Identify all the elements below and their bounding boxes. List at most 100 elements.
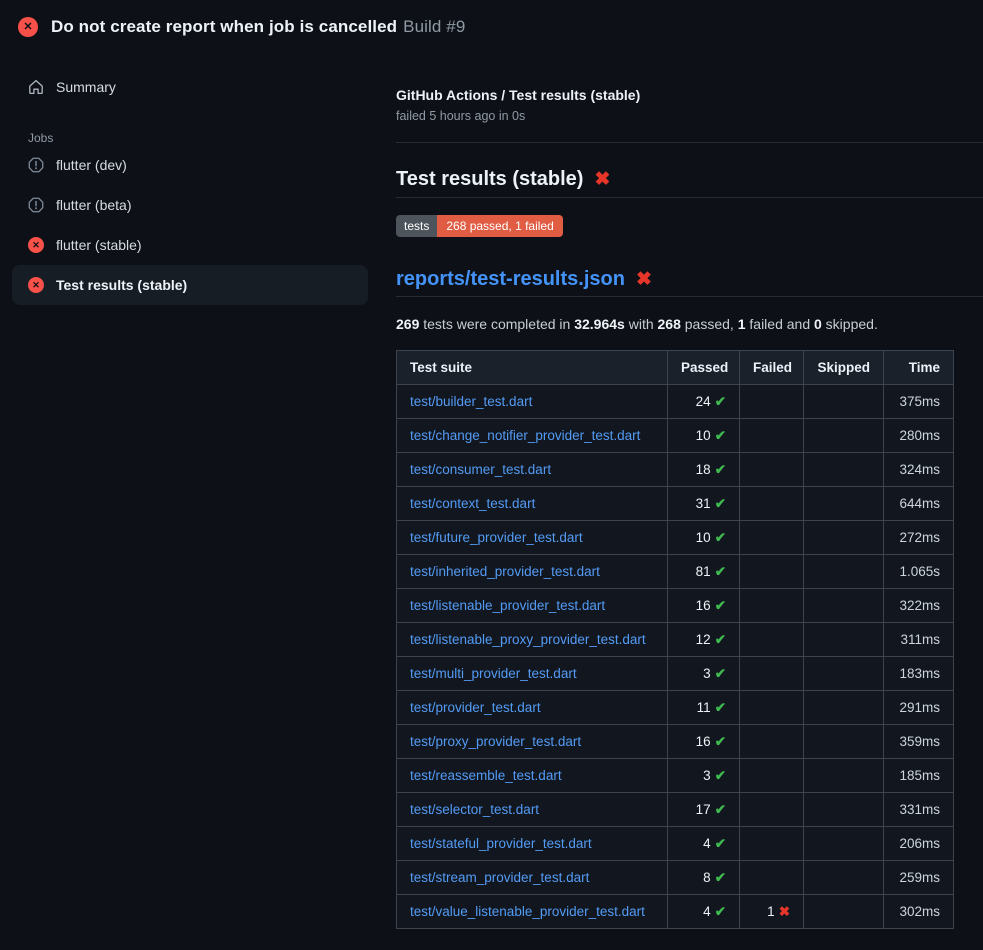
test-suite-link[interactable]: test/builder_test.dart <box>410 394 532 409</box>
time-cell: 272ms <box>884 521 954 555</box>
check-mark-icon: ✔ <box>715 632 726 647</box>
time-cell: 183ms <box>884 657 954 691</box>
summary-number: 1 <box>738 316 746 332</box>
test-suite-cell: test/listenable_provider_test.dart <box>397 589 668 623</box>
column-header-time: Time <box>884 351 954 385</box>
test-results-table: Test suitePassedFailedSkippedTime test/b… <box>396 350 954 929</box>
report-file-heading: reports/test-results.json ✖ <box>396 266 983 292</box>
sidebar-job-item[interactable]: flutter (beta) <box>12 185 368 225</box>
summary-text: skipped. <box>822 316 878 332</box>
test-suite-link[interactable]: test/multi_provider_test.dart <box>410 666 577 681</box>
skipped-cell <box>804 419 884 453</box>
check-mark-icon: ✔ <box>715 394 726 409</box>
test-suite-cell: test/consumer_test.dart <box>397 453 668 487</box>
test-suite-link[interactable]: test/future_provider_test.dart <box>410 530 583 545</box>
x-circle-icon: ✕ <box>28 237 44 253</box>
divider <box>396 142 983 143</box>
check-mark-icon: ✔ <box>715 700 726 715</box>
skipped-cell <box>804 691 884 725</box>
skipped-cell <box>804 759 884 793</box>
time-cell: 185ms <box>884 759 954 793</box>
time-cell: 644ms <box>884 487 954 521</box>
passed-count: 3 <box>703 768 711 783</box>
check-mark-icon: ✔ <box>715 768 726 783</box>
table-row: test/listenable_proxy_provider_test.dart… <box>397 623 954 657</box>
passed-cell: 12 ✔ <box>668 623 740 657</box>
skipped-cell <box>804 895 884 929</box>
passed-cell: 3✔ <box>668 759 740 793</box>
passed-count: 81 <box>696 564 711 579</box>
main-content: GitHub Actions / Test results (stable) f… <box>380 51 983 929</box>
table-row: test/consumer_test.dart18✔324ms <box>397 453 954 487</box>
passed-count: 17 <box>696 802 711 817</box>
time-cell: 322ms <box>884 589 954 623</box>
time-cell: 331ms <box>884 793 954 827</box>
test-suite-cell: test/context_test.dart <box>397 487 668 521</box>
passed-cell: 3✔ <box>668 657 740 691</box>
sidebar-item-summary[interactable]: Summary <box>12 69 368 105</box>
summary-text: failed and <box>746 316 815 332</box>
sidebar-job-item[interactable]: flutter (dev) <box>12 145 368 185</box>
skipped-cell <box>804 725 884 759</box>
skipped-cell <box>804 589 884 623</box>
sidebar-job-item[interactable]: ✕flutter (stable) <box>12 225 368 265</box>
test-suite-link[interactable]: test/consumer_test.dart <box>410 462 551 477</box>
time-cell: 311ms <box>884 623 954 657</box>
column-header-test-suite: Test suite <box>397 351 668 385</box>
table-row: test/inherited_provider_test.dart81✔1.06… <box>397 555 954 589</box>
test-suite-link[interactable]: test/context_test.dart <box>410 496 535 511</box>
test-suite-cell: test/provider_test.dart <box>397 691 668 725</box>
passed-cell: 24✔ <box>668 385 740 419</box>
failed-cell <box>740 725 804 759</box>
table-row: test/reassemble_test.dart3✔185ms <box>397 759 954 793</box>
time-cell: 302ms <box>884 895 954 929</box>
failed-cell <box>740 691 804 725</box>
passed-count: 12 <box>696 632 711 647</box>
sidebar: Summary Jobs flutter (dev) flutter (beta… <box>0 51 380 305</box>
passed-cell: 11✔ <box>668 691 740 725</box>
summary-number: 32.964s <box>574 316 625 332</box>
jobs-list: flutter (dev) flutter (beta)✕flutter (st… <box>0 145 380 305</box>
failed-count: 1 <box>767 904 775 919</box>
table-row: test/stream_provider_test.dart8✔259ms <box>397 861 954 895</box>
build-number: Build #9 <box>403 17 465 36</box>
sidebar-job-item[interactable]: ✕Test results (stable) <box>12 265 368 305</box>
home-icon <box>28 79 44 95</box>
test-suite-link[interactable]: test/stateful_provider_test.dart <box>410 836 592 851</box>
test-suite-link[interactable]: test/listenable_provider_test.dart <box>410 598 605 613</box>
test-suite-link[interactable]: test/value_listenable_provider_test.dart <box>410 904 645 919</box>
test-suite-link[interactable]: test/proxy_provider_test.dart <box>410 734 581 749</box>
passed-count: 4 <box>703 836 711 851</box>
test-suite-link[interactable]: test/listenable_proxy_provider_test.dart <box>410 632 646 647</box>
test-suite-link[interactable]: test/reassemble_test.dart <box>410 768 562 783</box>
x-mark-icon: ✖ <box>594 170 610 189</box>
divider <box>396 197 983 198</box>
section-title-text: Test results (stable) <box>396 166 583 192</box>
report-file-link[interactable]: reports/test-results.json <box>396 266 625 292</box>
section-title: Test results (stable) ✖ <box>396 166 983 192</box>
summary-text: with <box>625 316 658 332</box>
test-suite-cell: test/change_notifier_provider_test.dart <box>397 419 668 453</box>
test-suite-link[interactable]: test/inherited_provider_test.dart <box>410 564 600 579</box>
table-row: test/stateful_provider_test.dart4✔206ms <box>397 827 954 861</box>
passed-cell: 10✔ <box>668 419 740 453</box>
failed-cell <box>740 453 804 487</box>
badge-label: tests <box>396 215 437 237</box>
test-suite-cell: test/value_listenable_provider_test.dart <box>397 895 668 929</box>
time-cell: 324ms <box>884 453 954 487</box>
time-cell: 375ms <box>884 385 954 419</box>
skipped-cell <box>804 623 884 657</box>
passed-cell: 17✔ <box>668 793 740 827</box>
test-suite-link[interactable]: test/selector_test.dart <box>410 802 539 817</box>
test-suite-cell: test/stream_provider_test.dart <box>397 861 668 895</box>
test-suite-cell: test/listenable_proxy_provider_test.dart <box>397 623 668 657</box>
passed-count: 16 <box>696 598 711 613</box>
table-row: test/multi_provider_test.dart 3✔ 183ms <box>397 657 954 691</box>
test-suite-link[interactable]: test/provider_test.dart <box>410 700 541 715</box>
failed-cell <box>740 487 804 521</box>
check-mark-icon: ✔ <box>715 428 726 443</box>
test-suite-link[interactable]: test/change_notifier_provider_test.dart <box>410 428 640 443</box>
passed-cell: 31✔ <box>668 487 740 521</box>
test-suite-link[interactable]: test/stream_provider_test.dart <box>410 870 589 885</box>
x-circle-icon: ✕ <box>18 17 38 37</box>
